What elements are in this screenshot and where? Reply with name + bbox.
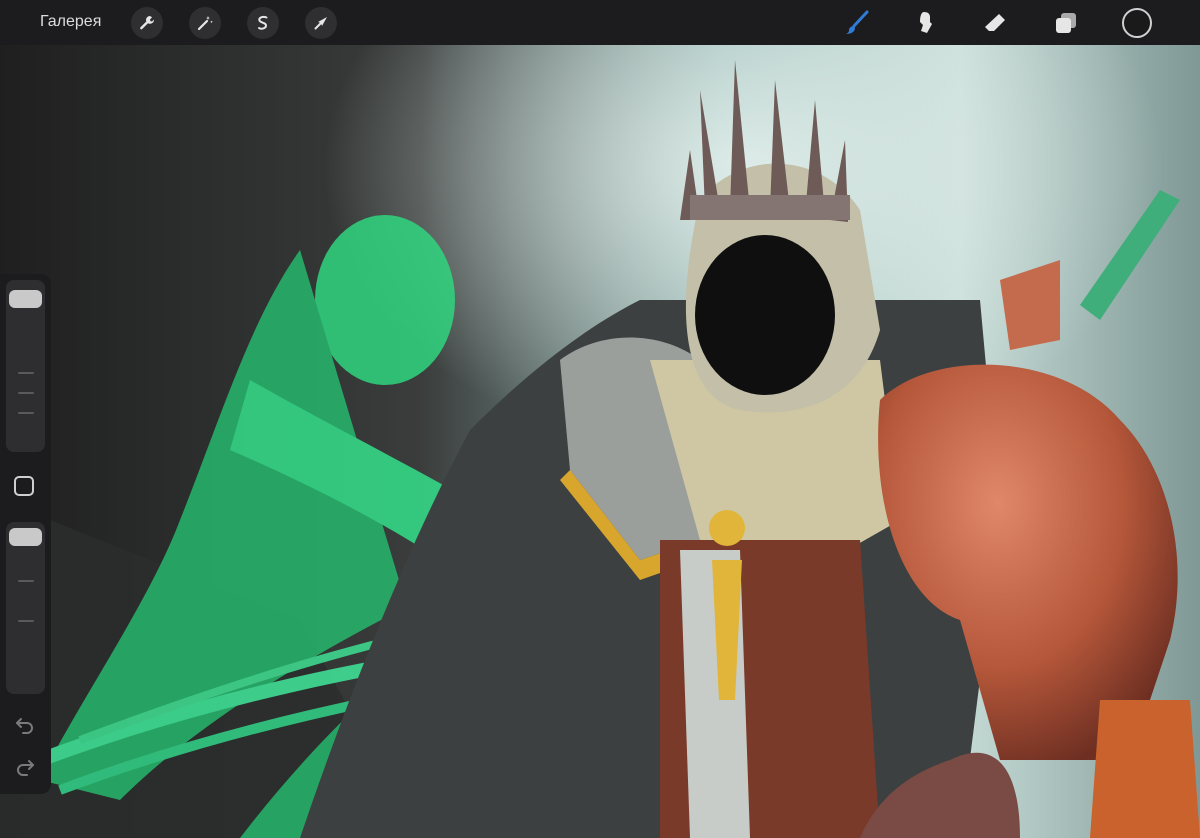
layers-icon[interactable]: [1049, 6, 1083, 40]
slider-tick: [18, 620, 34, 622]
gallery-button[interactable]: Галерея: [40, 13, 101, 31]
slider-tick: [18, 392, 34, 394]
smudge-icon[interactable]: [909, 6, 943, 40]
selection-icon[interactable]: [247, 7, 279, 39]
opacity-slider[interactable]: [6, 522, 45, 694]
opacity-thumb[interactable]: [9, 528, 42, 546]
magic-wand-icon[interactable]: [189, 7, 221, 39]
brush-size-slider[interactable]: [6, 280, 45, 452]
slider-tick: [18, 412, 34, 414]
color-icon[interactable]: [1120, 6, 1154, 40]
painting-canvas[interactable]: [0, 0, 1200, 838]
sidebar: [0, 274, 51, 794]
top-toolbar: Галерея: [0, 0, 1200, 45]
transform-arrow-icon[interactable]: [305, 7, 337, 39]
wrench-icon[interactable]: [131, 7, 163, 39]
slider-tick: [18, 372, 34, 374]
slider-tick: [18, 580, 34, 582]
brush-icon[interactable]: [840, 6, 874, 40]
undo-icon[interactable]: [12, 712, 38, 738]
redo-icon[interactable]: [12, 754, 38, 780]
modify-button[interactable]: [14, 476, 34, 496]
eraser-icon[interactable]: [978, 6, 1012, 40]
brush-size-thumb[interactable]: [9, 290, 42, 308]
